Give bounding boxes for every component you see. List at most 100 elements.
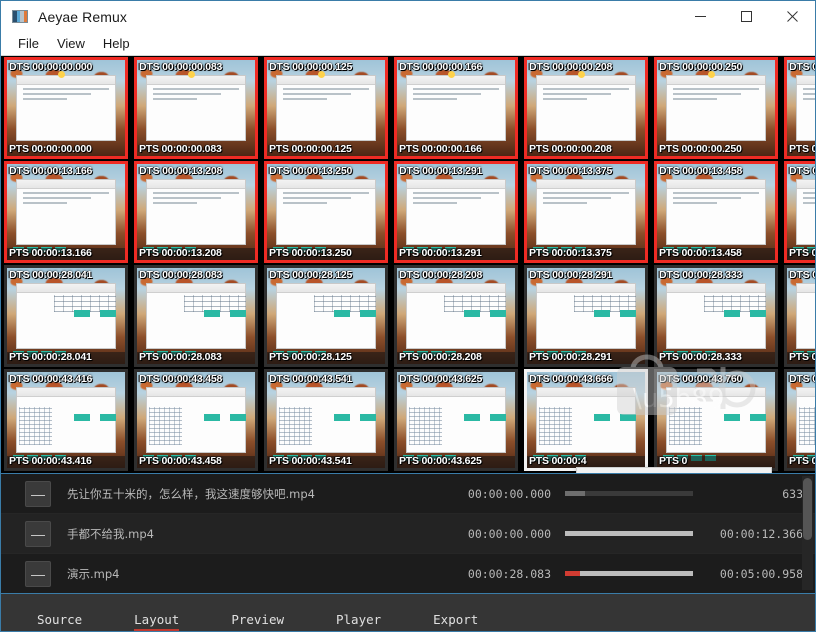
frame-thumbnail-image[interactable]: DTS 00:00:43.760 PTS 0: [654, 369, 778, 471]
frame-dts-label: DTS 00:00:43.760: [659, 373, 743, 385]
frame-thumbnail-image[interactable]: DTS 00 PTS 0: [784, 161, 815, 263]
menu-help[interactable]: Help: [94, 34, 139, 53]
frame-thumbnail-image[interactable]: DTS 00:00:00.083 PTS 00:00:00.083: [134, 57, 258, 159]
frame-dts-label: DTS 00:00:00.166: [399, 61, 483, 73]
frame-thumbnail[interactable]: DTS 00:00:43.458 PTS 00:00:43.458: [131, 368, 261, 472]
maximize-button[interactable]: [723, 1, 769, 32]
frame-thumbnail[interactable]: DTS 00:00:43.541 PTS 00:00:43.541: [261, 368, 391, 472]
frame-thumbnail-image[interactable]: DTS 00:00:00.125 PTS 00:00:00.125: [264, 57, 388, 159]
minimize-button[interactable]: [677, 1, 723, 32]
remove-clip-button[interactable]: —: [25, 520, 51, 547]
frame-pts-label: PTS 00:00:28.291: [529, 351, 612, 363]
playlist-row[interactable]: — 演示.mp4 00:00:28.083 00:05:00.958: [1, 554, 815, 593]
frame-thumbnail-image[interactable]: DTS 00:00:28.291 PTS 00:00:28.291: [524, 265, 648, 367]
close-button[interactable]: [769, 1, 815, 32]
frame-thumbnail-image[interactable]: DTS 00:00:13.250 PTS 00:00:13.250: [264, 161, 388, 263]
frame-thumbnail-image[interactable]: DTS 00:00:13.291 PTS 00:00:13.291: [394, 161, 518, 263]
frame-dts-label: DTS 00:00:28.125: [269, 269, 353, 281]
frame-thumbnail[interactable]: DTS 00:00:00.250 PTS 00:00:00.250: [651, 56, 781, 160]
clip-start-time: 00:00:00.000: [467, 526, 551, 541]
frame-thumbnail-image[interactable]: DTS 00:00:28.041 PTS 00:00:28.041: [4, 265, 128, 367]
frame-thumbnail[interactable]: DTS 00 PTS 0: [781, 56, 815, 160]
frame-pts-label: PTS 00:00:43.416: [9, 455, 92, 467]
bottom-tab-bar: Source Layout Preview Player Export: [1, 593, 815, 631]
frame-thumbnail[interactable]: DTS 00:00:00.208 PTS 00:00:00.208: [521, 56, 651, 160]
frame-thumbnail[interactable]: DTS 00:00:00.083 PTS 00:00:00.083: [131, 56, 261, 160]
frame-dts-label: DTS 00: [789, 61, 815, 73]
frame-thumbnail[interactable]: DTS 00 PTS 0: [781, 368, 815, 472]
remove-clip-button[interactable]: —: [25, 480, 51, 507]
frame-dts-label: DTS 00:00:28.208: [399, 269, 483, 281]
frame-thumbnail-image[interactable]: DTS 00:00:13.458 PTS 00:00:13.458: [654, 161, 778, 263]
playlist-row[interactable]: — 先让你五十米的，怎么样，我这速度够快吧.mp4 00:00:00.000 633: [1, 474, 815, 514]
frame-thumbnail[interactable]: DTS 00:00:13.208 PTS 00:00:13.208: [131, 160, 261, 264]
frame-dts-label: DTS 00:00:28.333: [659, 269, 743, 281]
frame-thumbnail[interactable]: DTS 00:00:28.083 PTS 00:00:28.083: [131, 264, 261, 368]
playlist-row[interactable]: — 手都不给我.mp4 00:00:00.000 00:00:12.366: [1, 514, 815, 554]
clip-progress-bar[interactable]: [565, 571, 693, 576]
frame-thumbnail-image[interactable]: DTS 00:00:13.166 PTS 00:00:13.166: [4, 161, 128, 263]
frame-pts-label: PTS 0: [789, 351, 815, 363]
frame-thumbnail-image[interactable]: DTS 00:00:13.208 PTS 00:00:13.208: [134, 161, 258, 263]
frame-thumbnail[interactable]: DTS 00:00:43.625 PTS 00:00:43.625: [391, 368, 521, 472]
tab-export[interactable]: Export: [433, 612, 478, 631]
context-menu-item[interactable]: Set In PointI: [577, 472, 771, 473]
tab-player[interactable]: Player: [336, 612, 381, 631]
frame-thumbnail-image[interactable]: DTS 00:00:28.333 PTS 00:00:28.333: [654, 265, 778, 367]
frame-thumbnail[interactable]: DTS 00:00:13.166 PTS 00:00:13.166: [1, 160, 131, 264]
tab-preview[interactable]: Preview: [231, 612, 284, 631]
playlist-scrollbar[interactable]: [802, 476, 813, 590]
frame-thumbnail[interactable]: DTS 00:00:13.458 PTS 00:00:13.458: [651, 160, 781, 264]
menu-file[interactable]: File: [9, 34, 48, 53]
frame-thumbnail-image[interactable]: DTS 00:00:43.666 PTS 00:00:4: [524, 369, 648, 471]
frame-thumbnail-image[interactable]: DTS 00:00:00.000 PTS 00:00:00.000: [4, 57, 128, 159]
frame-thumbnail[interactable]: DTS 00:00:28.125 PTS 00:00:28.125: [261, 264, 391, 368]
frame-thumbnail[interactable]: DTS 00 PTS 0: [781, 264, 815, 368]
frame-thumbnail[interactable]: DTS 00:00:43.760 PTS 0: [651, 368, 781, 472]
frame-thumbnail[interactable]: DTS 00:00:13.291 PTS 00:00:13.291: [391, 160, 521, 264]
frame-thumbnail-image[interactable]: DTS 00 PTS 0: [784, 369, 815, 471]
frame-thumbnail-image[interactable]: DTS 00:00:28.208 PTS 00:00:28.208: [394, 265, 518, 367]
tab-layout[interactable]: Layout: [134, 612, 180, 631]
frame-thumbnail-image[interactable]: DTS 00:00:28.125 PTS 00:00:28.125: [264, 265, 388, 367]
frame-thumbnail[interactable]: DTS 00:00:28.208 PTS 00:00:28.208: [391, 264, 521, 368]
frame-dts-label: DTS 00:00:43.416: [9, 373, 93, 385]
playlist-panel: — 先让你五十米的，怎么样，我这速度够快吧.mp4 00:00:00.000 633—…: [1, 473, 815, 593]
frame-pts-label: PTS 00:00:13.375: [529, 247, 612, 259]
frame-thumbnail-image[interactable]: DTS 00:00:43.458 PTS 00:00:43.458: [134, 369, 258, 471]
frame-thumbnail[interactable]: DTS 00:00:28.291 PTS 00:00:28.291: [521, 264, 651, 368]
frame-thumbnail[interactable]: DTS 00:00:13.375 PTS 00:00:13.375: [521, 160, 651, 264]
frame-thumbnail[interactable]: DTS 00:00:28.333 PTS 00:00:28.333: [651, 264, 781, 368]
frame-thumbnail-image[interactable]: DTS 00:00:43.541 PTS 00:00:43.541: [264, 369, 388, 471]
frame-pts-label: PTS 0: [659, 455, 688, 467]
frame-dts-label: DTS 00:00:13.291: [399, 165, 483, 177]
frame-thumbnail[interactable]: DTS 00:00:13.250 PTS 00:00:13.250: [261, 160, 391, 264]
frame-thumbnail-image[interactable]: DTS 00:00:43.416 PTS 00:00:43.416: [4, 369, 128, 471]
frame-thumbnail[interactable]: DTS 00 PTS 0: [781, 160, 815, 264]
frame-dts-label: DTS 00:00:00.125: [269, 61, 353, 73]
clip-progress-bar[interactable]: [565, 531, 693, 536]
frame-thumbnail-image[interactable]: DTS 00:00:00.166 PTS 00:00:00.166: [394, 57, 518, 159]
frame-thumbnail[interactable]: DTS 00:00:43.666 PTS 00:00:4: [521, 368, 651, 472]
frame-thumbnail-image[interactable]: DTS 00:00:43.625 PTS 00:00:43.625: [394, 369, 518, 471]
frame-pts-label: PTS 00:00:00.125: [269, 143, 352, 155]
playlist-scrollbar-thumb[interactable]: [803, 478, 812, 540]
frame-dts-label: DTS 00:00:28.291: [529, 269, 613, 281]
frame-thumbnail[interactable]: DTS 00:00:00.166 PTS 00:00:00.166: [391, 56, 521, 160]
frame-thumbnail-image[interactable]: DTS 00:00:00.208 PTS 00:00:00.208: [524, 57, 648, 159]
clip-progress-bar[interactable]: [565, 491, 693, 496]
menu-view[interactable]: View: [48, 34, 94, 53]
context-menu[interactable]: Set In PointISet Out PointOFull ScreenCt…: [576, 467, 772, 473]
frame-thumbnail[interactable]: DTS 00:00:43.416 PTS 00:00:43.416: [1, 368, 131, 472]
frame-thumbnail[interactable]: DTS 00:00:00.000 PTS 00:00:00.000: [1, 56, 131, 160]
frame-thumbnail-image[interactable]: DTS 00:00:13.375 PTS 00:00:13.375: [524, 161, 648, 263]
tab-source[interactable]: Source: [37, 612, 82, 631]
remove-clip-button[interactable]: —: [25, 560, 51, 587]
frame-thumbnail-image[interactable]: DTS 00 PTS 0: [784, 265, 815, 367]
frame-thumbnail-image[interactable]: DTS 00:00:00.250 PTS 00:00:00.250: [654, 57, 778, 159]
frame-pts-label: PTS 00:00:4: [529, 455, 587, 467]
frame-thumbnail[interactable]: DTS 00:00:28.041 PTS 00:00:28.041: [1, 264, 131, 368]
frame-thumbnail-image[interactable]: DTS 00:00:28.083 PTS 00:00:28.083: [134, 265, 258, 367]
frame-thumbnail[interactable]: DTS 00:00:00.125 PTS 00:00:00.125: [261, 56, 391, 160]
frame-thumbnail-image[interactable]: DTS 00 PTS 0: [784, 57, 815, 159]
